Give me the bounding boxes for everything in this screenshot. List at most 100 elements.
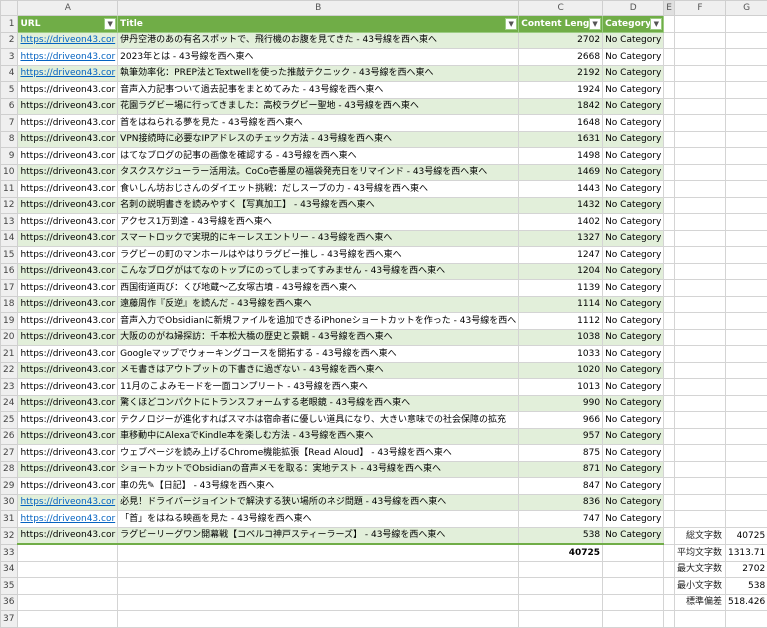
length-cell[interactable]: 1204 (519, 263, 603, 280)
cell[interactable] (664, 461, 675, 478)
cell[interactable] (664, 296, 675, 313)
url-cell[interactable]: https://driveon43.cor (18, 511, 118, 528)
url-cell[interactable]: https://driveon43.cor (18, 197, 118, 214)
cell[interactable] (674, 346, 725, 363)
row-header[interactable]: 9 (1, 148, 18, 165)
length-cell[interactable]: 1139 (519, 280, 603, 297)
category-cell[interactable]: No Category (603, 263, 664, 280)
url-cell[interactable]: https://driveon43.cor (18, 461, 118, 478)
cell[interactable] (519, 561, 603, 578)
row-header[interactable]: 29 (1, 478, 18, 495)
total-cell[interactable] (18, 544, 118, 561)
cell[interactable] (674, 131, 725, 148)
category-cell[interactable]: No Category (603, 362, 664, 379)
cell[interactable] (664, 362, 675, 379)
cell[interactable] (674, 82, 725, 99)
cell[interactable] (725, 461, 767, 478)
cell[interactable] (674, 313, 725, 330)
cell[interactable] (674, 362, 725, 379)
category-cell[interactable]: No Category (603, 428, 664, 445)
row-header[interactable]: 34 (1, 561, 18, 578)
cell[interactable] (725, 247, 767, 264)
cell[interactable] (664, 544, 675, 561)
length-cell[interactable]: 1402 (519, 214, 603, 231)
header-category[interactable]: Category▼ (603, 16, 664, 33)
length-cell[interactable]: 966 (519, 412, 603, 429)
category-cell[interactable]: No Category (603, 181, 664, 198)
title-cell[interactable]: 執筆効率化：PREP法とTextwellを使った推敲テクニック - 43号線を西… (118, 65, 519, 82)
length-cell[interactable]: 1013 (519, 379, 603, 396)
url-cell[interactable]: https://driveon43.cor (18, 32, 118, 49)
row-header[interactable]: 31 (1, 511, 18, 528)
category-cell[interactable]: No Category (603, 247, 664, 264)
url-cell[interactable]: https://driveon43.cor (18, 527, 118, 544)
title-cell[interactable]: タスクスケジューラー活用法。CoCo壱番屋の福袋発売日をリマインド - 43号線… (118, 164, 519, 181)
total-cell[interactable] (603, 544, 664, 561)
length-cell[interactable]: 875 (519, 445, 603, 462)
filter-dropdown-icon[interactable]: ▼ (104, 18, 116, 30)
length-cell[interactable]: 1038 (519, 329, 603, 346)
title-cell[interactable]: 音声入力記事ついて過去記事をまとめてみた - 43号線を西へ東へ (118, 82, 519, 99)
row-header[interactable]: 20 (1, 329, 18, 346)
length-cell[interactable]: 1327 (519, 230, 603, 247)
cell[interactable] (674, 494, 725, 511)
title-cell[interactable]: スマートロックで実現的にキーレスエントリー - 43号線を西へ東へ (118, 230, 519, 247)
url-cell[interactable]: https://driveon43.cor (18, 478, 118, 495)
row-header[interactable]: 26 (1, 428, 18, 445)
cell[interactable] (664, 494, 675, 511)
cell[interactable] (664, 98, 675, 115)
column-header-f[interactable]: F (674, 1, 725, 16)
length-cell[interactable]: 2192 (519, 65, 603, 82)
length-cell[interactable]: 847 (519, 478, 603, 495)
cell[interactable] (725, 131, 767, 148)
cell[interactable] (664, 65, 675, 82)
url-cell[interactable]: https://driveon43.cor (18, 98, 118, 115)
total-cell[interactable] (118, 544, 519, 561)
url-cell[interactable]: https://driveon43.cor (18, 214, 118, 231)
cell[interactable] (664, 82, 675, 99)
select-all-corner[interactable] (1, 1, 18, 16)
cell[interactable] (664, 230, 675, 247)
cell[interactable] (18, 611, 118, 628)
title-cell[interactable]: 食いしん坊おじさんのダイエット挑戦：だしスープの力 - 43号線を西へ東へ (118, 181, 519, 198)
cell[interactable] (664, 578, 675, 595)
cell[interactable] (725, 445, 767, 462)
row-header[interactable]: 24 (1, 395, 18, 412)
url-cell[interactable]: https://driveon43.cor (18, 445, 118, 462)
row-header[interactable]: 22 (1, 362, 18, 379)
row-header[interactable]: 32 (1, 527, 18, 544)
cell[interactable] (674, 230, 725, 247)
title-cell[interactable]: 大阪ののがね婦探訪：千本松大橋の歴史と景観 - 43号線を西へ東へ (118, 329, 519, 346)
cell[interactable] (674, 280, 725, 297)
row-header[interactable]: 18 (1, 296, 18, 313)
row-header[interactable]: 35 (1, 578, 18, 595)
cell[interactable] (674, 296, 725, 313)
cell[interactable] (519, 578, 603, 595)
row-header[interactable]: 6 (1, 98, 18, 115)
title-cell[interactable]: 花園ラグビー場に行ってきました：高校ラグビー聖地 - 43号線を西へ東へ (118, 98, 519, 115)
category-cell[interactable]: No Category (603, 494, 664, 511)
cell[interactable] (674, 197, 725, 214)
category-cell[interactable]: No Category (603, 98, 664, 115)
cell[interactable] (674, 412, 725, 429)
cell[interactable] (674, 115, 725, 132)
cell[interactable] (664, 214, 675, 231)
row-header[interactable]: 1 (1, 16, 18, 33)
cell[interactable] (674, 445, 725, 462)
cell[interactable] (725, 230, 767, 247)
cell[interactable] (18, 578, 118, 595)
length-cell[interactable]: 1020 (519, 362, 603, 379)
title-cell[interactable]: 驚くほどコンパクトにトランスフォームする老眼鏡 - 43号線を西へ東へ (118, 395, 519, 412)
url-cell[interactable]: https://driveon43.cor (18, 428, 118, 445)
cell[interactable] (725, 98, 767, 115)
title-cell[interactable]: メモ書きはアウトプットの下書きに過ぎない - 43号線を西へ東へ (118, 362, 519, 379)
category-cell[interactable]: No Category (603, 395, 664, 412)
cell[interactable] (664, 16, 675, 33)
row-header[interactable]: 15 (1, 247, 18, 264)
row-header[interactable]: 11 (1, 181, 18, 198)
title-cell[interactable]: 必見！ドライバージョイントで解決する狭い場所のネジ問題 - 43号線を西へ東へ (118, 494, 519, 511)
column-header-c[interactable]: C (519, 1, 603, 16)
row-header[interactable]: 8 (1, 131, 18, 148)
cell[interactable] (18, 561, 118, 578)
title-cell[interactable]: アクセス1万到達 - 43号線を西へ東へ (118, 214, 519, 231)
